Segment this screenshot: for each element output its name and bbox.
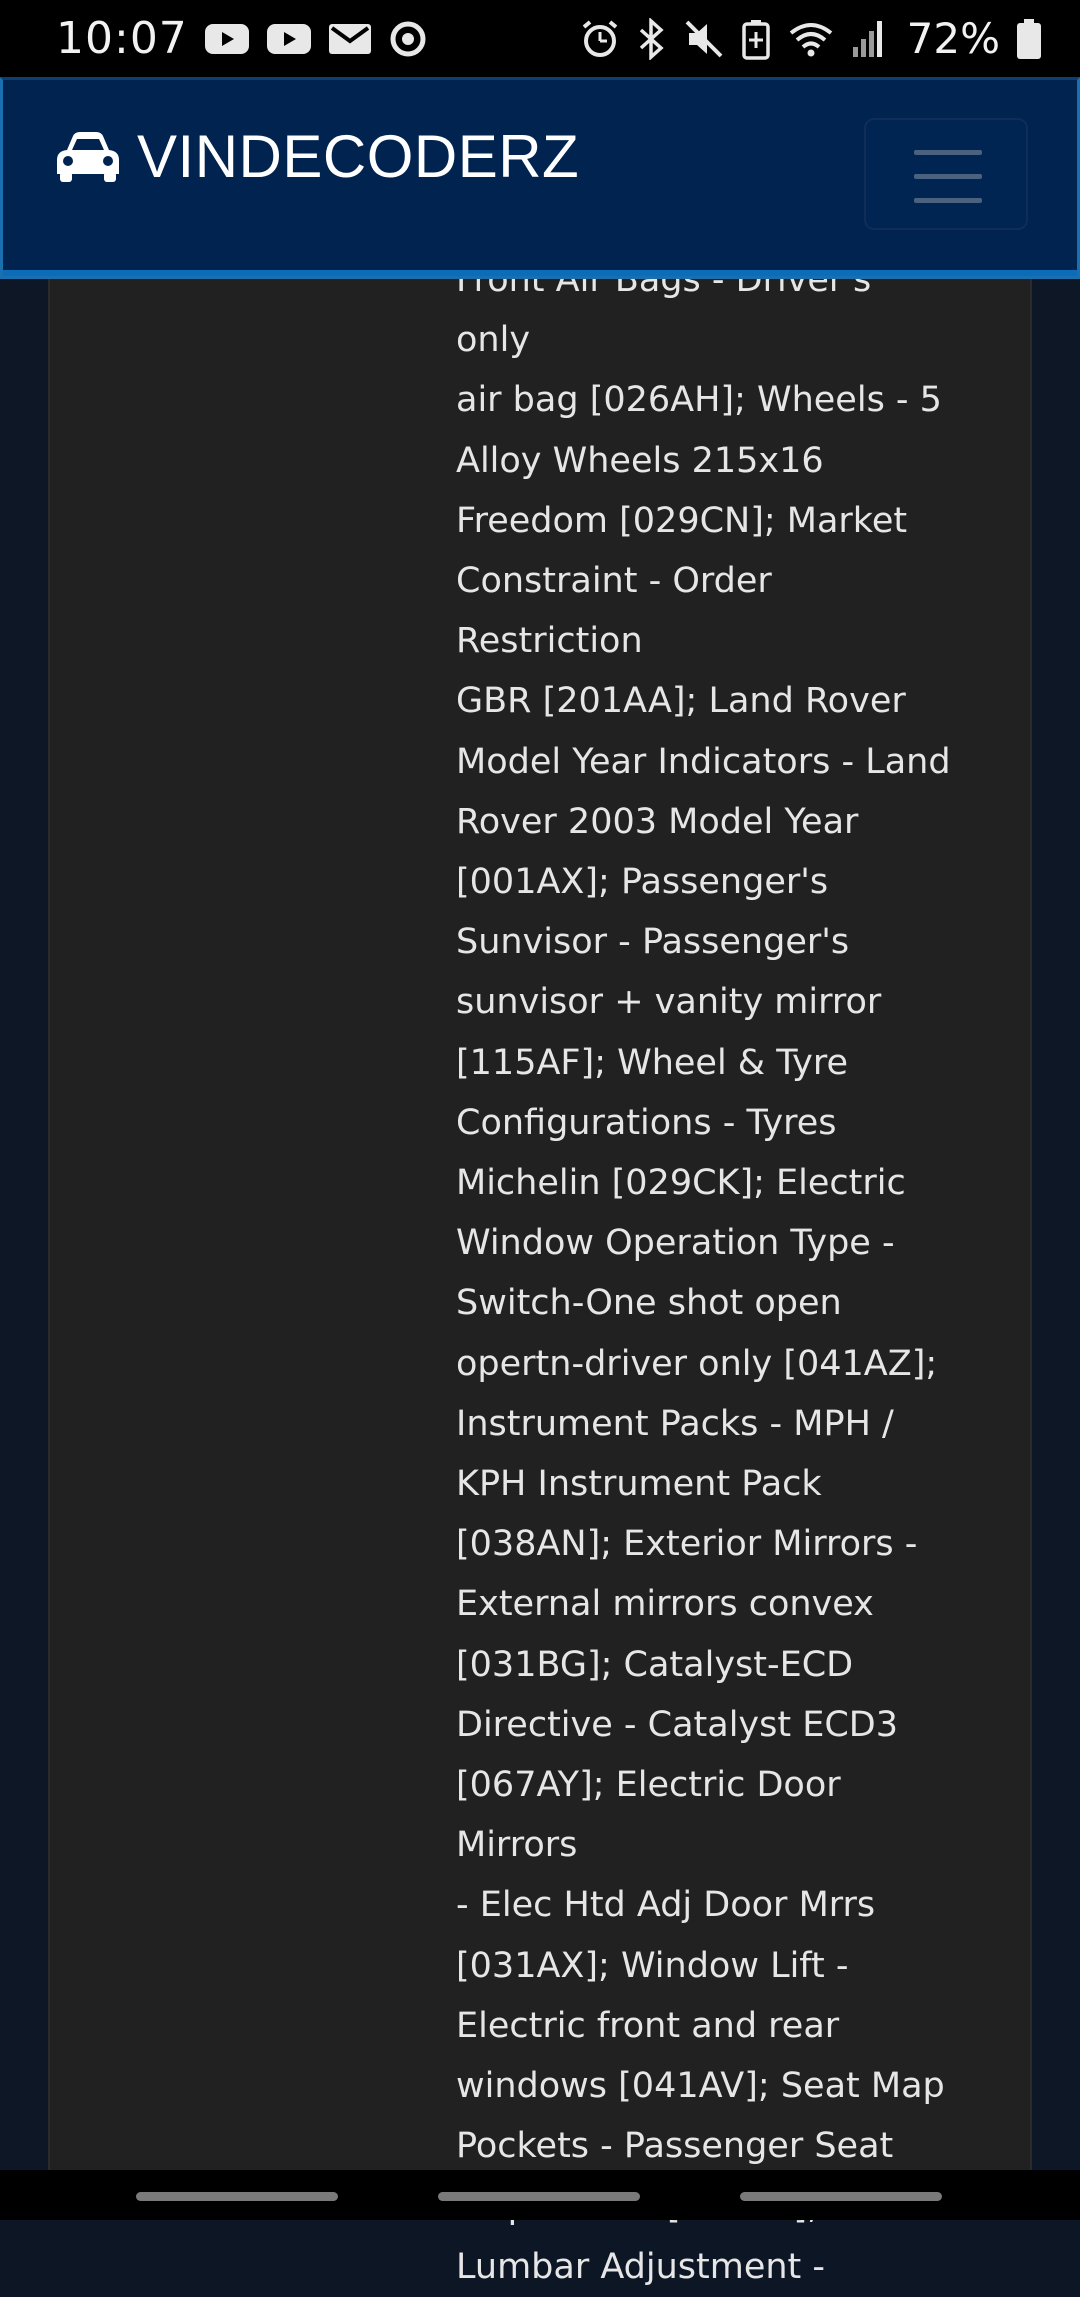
status-bar-left: 10:07 (56, 13, 428, 64)
status-bar: 10:07 72% (0, 0, 1080, 77)
alarm-icon (579, 18, 621, 60)
signal-icon (851, 19, 885, 59)
navbar-toggle-button[interactable] (864, 118, 1028, 230)
brand-name: VINDECODERZ (137, 123, 580, 190)
car-icon (55, 130, 121, 184)
status-time: 10:07 (56, 13, 188, 64)
bluetooth-icon (637, 17, 667, 60)
status-bar-right: 72% (579, 14, 1042, 63)
mute-icon (683, 18, 725, 60)
sync-icon (388, 19, 428, 59)
battery-saver-icon (741, 18, 771, 60)
system-navigation-bar (0, 2170, 1080, 2220)
home-button[interactable] (438, 2192, 640, 2201)
mail-icon (328, 22, 372, 56)
recent-apps-button[interactable] (136, 2192, 338, 2201)
wifi-icon (787, 19, 835, 59)
battery-icon (1016, 18, 1042, 60)
vehicle-options-text: Front Air Bags - Driver's only air bag [… (456, 260, 951, 2287)
youtube-icon (204, 22, 250, 56)
brand-link[interactable]: VINDECODERZ (55, 122, 579, 191)
top-navbar: VINDECODERZ (0, 77, 1080, 279)
youtube-icon (266, 22, 312, 56)
battery-percent: 72% (906, 14, 1000, 63)
back-button[interactable] (740, 2192, 942, 2201)
